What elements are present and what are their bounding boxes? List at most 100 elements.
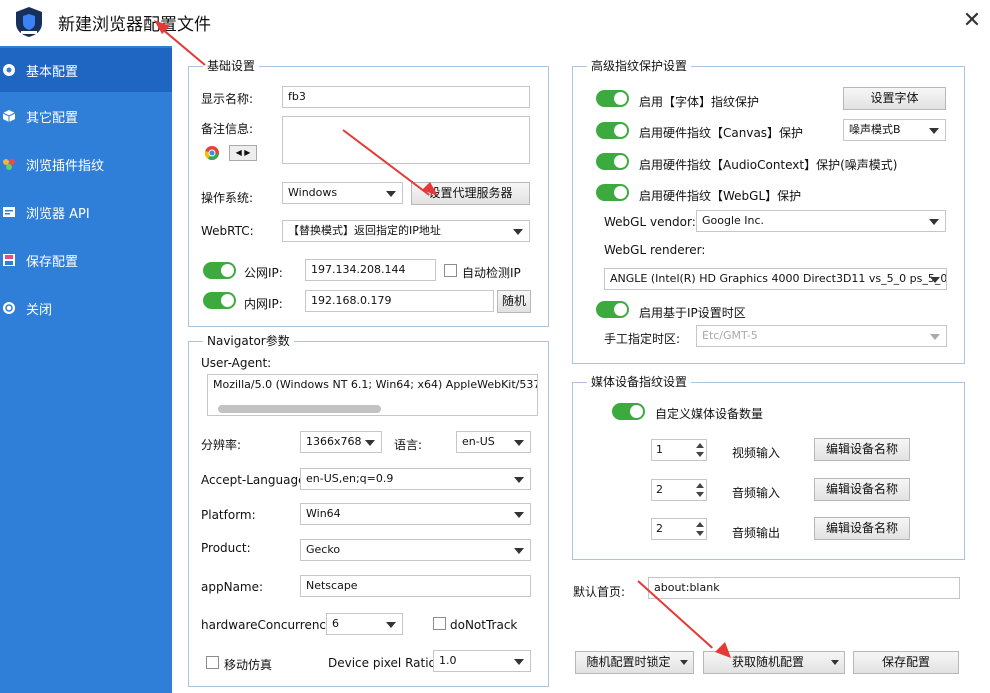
edit-audio-output-device-button[interactable]: 编辑设备名称 xyxy=(814,517,910,540)
do-not-track-checkbox[interactable] xyxy=(433,617,446,630)
chevron-up-icon[interactable] xyxy=(696,522,704,527)
audio-input-stepper[interactable]: 2 xyxy=(651,479,707,501)
accept-language-select[interactable]: en-US,en;q=0.9 xyxy=(300,468,531,490)
canvas-protection-toggle[interactable] xyxy=(596,122,629,139)
sidebar-item-label: 保存配置 xyxy=(26,254,79,270)
edit-audio-input-device-button[interactable]: 编辑设备名称 xyxy=(814,478,910,501)
custom-media-toggle[interactable] xyxy=(612,403,645,420)
user-agent-input[interactable]: Mozilla/5.0 (Windows NT 6.1; Win64; x64)… xyxy=(207,374,538,416)
edit-video-device-button[interactable]: 编辑设备名称 xyxy=(814,438,910,461)
chevron-down-icon[interactable] xyxy=(696,531,704,536)
chevron-down-icon xyxy=(514,548,524,554)
webgl-protection-toggle[interactable] xyxy=(596,184,629,201)
audio-protection-toggle[interactable] xyxy=(596,153,629,170)
os-select[interactable]: Windows xyxy=(282,182,403,204)
sidebar-item-basic[interactable]: 基本配置 xyxy=(0,48,172,92)
sidebar-item-close[interactable]: 关闭 xyxy=(0,286,172,330)
sidebar-item-label: 其它配置 xyxy=(26,110,79,126)
dpr-select[interactable]: 1.0 xyxy=(433,650,531,672)
audio-protection-label: 启用硬件指纹【AudioContext】保护(噪声模式) xyxy=(639,158,898,172)
save-config-button[interactable]: 保存配置 xyxy=(853,651,959,674)
webgl-renderer-select[interactable]: ANGLE (Intel(R) HD Graphics 4000 Direct3… xyxy=(604,268,947,290)
hardware-concurrency-select[interactable]: 6 xyxy=(326,613,403,635)
timezone-ip-toggle[interactable] xyxy=(596,301,629,318)
os-value: Windows xyxy=(288,186,338,199)
auto-detect-checkbox[interactable] xyxy=(444,264,457,277)
display-name-input[interactable]: fb3 xyxy=(282,86,530,108)
resolution-value: 1366x768 xyxy=(306,435,362,448)
group-title: Navigator参数 xyxy=(203,334,294,348)
font-protection-toggle[interactable] xyxy=(596,90,629,107)
random-lock-label: 随机配置时锁定 xyxy=(586,655,671,669)
dpr-value: 1.0 xyxy=(439,654,457,667)
notes-textarea[interactable] xyxy=(282,116,530,164)
horizontal-scrollbar[interactable] xyxy=(218,405,381,413)
lan-ip-input[interactable]: 192.168.0.179 xyxy=(305,290,494,312)
close-button[interactable]: ✕ xyxy=(958,8,986,36)
annotation-arrowhead xyxy=(154,20,170,34)
chevron-down-icon[interactable] xyxy=(696,492,704,497)
sidebar-item-label: 浏览器 API xyxy=(26,206,90,222)
os-label: 操作系统: xyxy=(201,191,254,205)
chevron-down-icon xyxy=(929,219,939,225)
sidebar-item-plugins[interactable]: 浏览插件指纹 xyxy=(0,142,172,186)
appname-input[interactable]: Netscape xyxy=(300,575,531,597)
chevron-down-icon xyxy=(386,191,396,197)
sidebar-item-other[interactable]: 其它配置 xyxy=(0,94,172,138)
webgl-vendor-select[interactable]: Google Inc. xyxy=(696,210,946,232)
mobile-emulation-checkbox[interactable] xyxy=(206,656,219,669)
webrtc-value: 【替换模式】返回指定的IP地址 xyxy=(288,224,441,237)
timezone-label: 手工指定时区: xyxy=(604,332,681,346)
homepage-label: 默认首页: xyxy=(573,585,626,599)
lan-ip-toggle[interactable] xyxy=(203,292,236,309)
chevron-up-icon[interactable] xyxy=(696,443,704,448)
gear-icon xyxy=(2,63,16,77)
hardware-concurrency-value: 6 xyxy=(332,617,339,630)
video-input-stepper[interactable]: 1 xyxy=(651,439,707,461)
do-not-track-label: doNotTrack xyxy=(450,618,518,632)
audio-output-stepper[interactable]: 2 xyxy=(651,518,707,540)
video-input-label: 视频输入 xyxy=(732,446,781,460)
sidebar-item-label: 浏览插件指纹 xyxy=(26,158,105,174)
timezone-ip-label: 启用基于IP设置时区 xyxy=(639,306,746,320)
mobile-emulation-label: 移动仿真 xyxy=(224,658,273,672)
random-ip-button[interactable]: 随机 xyxy=(497,290,531,313)
video-input-count: 1 xyxy=(656,443,663,456)
power-icon xyxy=(2,301,16,315)
chevron-down-icon xyxy=(513,229,523,235)
sidebar-item-label: 关闭 xyxy=(26,302,53,318)
random-lock-button[interactable]: 随机配置时锁定 xyxy=(575,651,694,674)
window-title: 新建浏览器配置文件 xyxy=(58,15,211,35)
group-title: 基础设置 xyxy=(203,59,260,73)
webgl-vendor-label: WebGL vendor: xyxy=(604,215,696,229)
timezone-select[interactable]: Etc/GMT-5 xyxy=(696,325,947,347)
sidebar-item-api[interactable]: 浏览器 API xyxy=(0,190,172,234)
audio-input-count: 2 xyxy=(656,483,663,496)
public-ip-toggle[interactable] xyxy=(203,262,236,279)
user-agent-value: Mozilla/5.0 (Windows NT 6.1; Win64; x64)… xyxy=(213,378,537,391)
set-font-button[interactable]: 设置字体 xyxy=(843,87,946,110)
chevron-down-icon xyxy=(514,477,524,483)
webrtc-select[interactable]: 【替换模式】返回指定的IP地址 xyxy=(282,220,530,242)
canvas-mode-select[interactable]: 噪声模式B xyxy=(843,119,946,141)
platform-select[interactable]: Win64 xyxy=(300,503,531,525)
lan-ip-label: 内网IP: xyxy=(244,297,283,311)
chevron-down-icon xyxy=(831,660,839,665)
webgl-renderer-value: ANGLE (Intel(R) HD Graphics 4000 Direct3… xyxy=(610,272,947,285)
chevron-down-icon xyxy=(514,659,524,665)
appname-label: appName: xyxy=(201,580,264,594)
resolution-select[interactable]: 1366x768 xyxy=(300,431,382,453)
language-label: 语言: xyxy=(394,438,423,452)
pager-arrows[interactable]: ◀ ▶ xyxy=(229,145,257,161)
sidebar-item-save[interactable]: 保存配置 xyxy=(0,238,172,282)
product-select[interactable]: Gecko xyxy=(300,539,531,561)
public-ip-input[interactable]: 197.134.208.144 xyxy=(305,259,436,281)
chevron-down-icon[interactable] xyxy=(696,452,704,457)
language-select[interactable]: en-US xyxy=(456,431,531,453)
chevron-up-icon[interactable] xyxy=(696,483,704,488)
save-icon xyxy=(2,253,16,267)
accept-language-value: en-US,en;q=0.9 xyxy=(306,472,394,485)
homepage-input[interactable]: about:blank xyxy=(648,577,960,599)
audio-input-label: 音频输入 xyxy=(732,486,781,500)
webgl-protection-label: 启用硬件指纹【WebGL】保护 xyxy=(639,189,802,203)
